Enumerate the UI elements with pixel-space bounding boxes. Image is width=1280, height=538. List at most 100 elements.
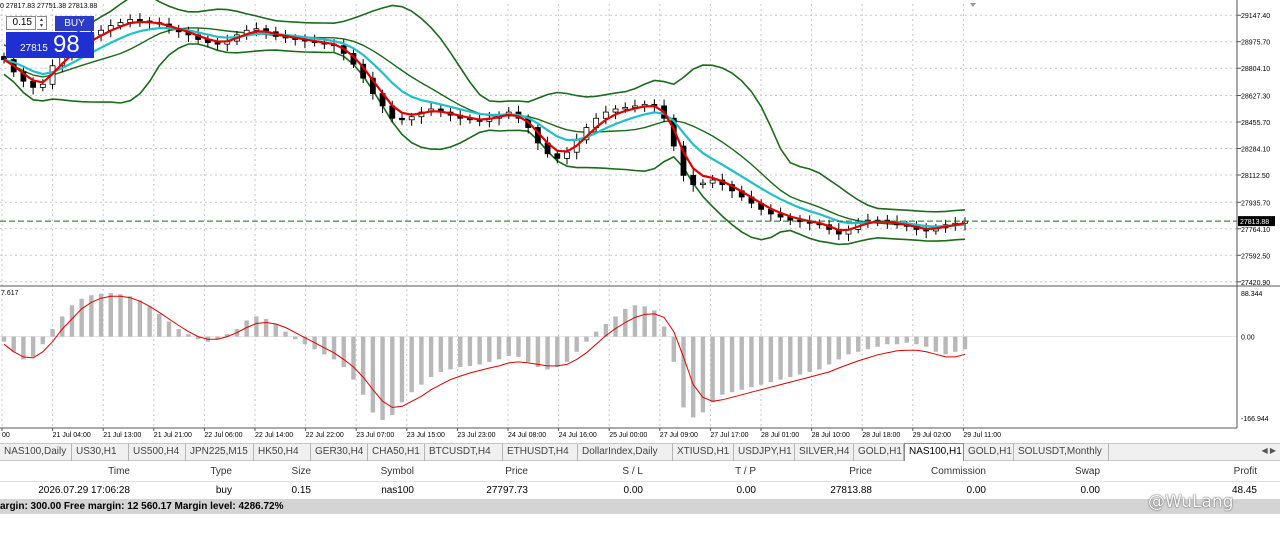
column-header[interactable]: Commission: [931, 462, 986, 481]
histogram-bar: [642, 306, 647, 337]
histogram-bar: [564, 336, 570, 362]
histogram-bar: [739, 336, 744, 390]
candle-body: [564, 151, 570, 159]
histogram-bar: [584, 336, 589, 342]
table-cell: 0.15: [291, 485, 311, 496]
histogram-bar: [118, 294, 123, 337]
histogram-bar: [127, 296, 133, 337]
histogram-bar: [50, 329, 55, 337]
histogram-bar: [438, 336, 444, 373]
histogram-bar: [40, 336, 46, 345]
price-chart[interactable]: 29147.40 28975.70 28804.10 28627.30 28455.70…: [0, 0, 1280, 443]
candle-body: [214, 42, 221, 45]
tab-cha50-h1[interactable]: CHA50,H1: [368, 444, 425, 461]
histogram-bar: [263, 318, 269, 337]
tab-gold-h1[interactable]: GOLD,H1: [964, 444, 1014, 461]
tab-hk50-h4[interactable]: HK50,H4: [254, 444, 311, 461]
column-header[interactable]: Profit: [1234, 462, 1257, 481]
tab-btcusdt-h4[interactable]: BTCUSDT,H4: [425, 444, 503, 461]
indicator-tick-label: 88.344: [1241, 291, 1263, 298]
table-cell: 0.00: [1080, 485, 1100, 496]
histogram-bar: [797, 336, 803, 375]
buy-price-button[interactable]: 27815 98: [6, 31, 94, 58]
column-header[interactable]: Time: [108, 462, 130, 481]
time-tick-label: 24 Jul 16:00: [559, 432, 597, 439]
column-header[interactable]: Symbol: [381, 462, 414, 481]
histogram-bar: [467, 336, 473, 366]
histogram-bar: [380, 336, 385, 421]
table-cell: 2026.07.29 17:06:28: [38, 485, 130, 496]
histogram-bar: [254, 316, 259, 337]
histogram-bar: [817, 336, 822, 370]
tab-us500-h4[interactable]: US500,H4: [129, 444, 186, 461]
tab-scroll-arrows-icon[interactable]: ◀ ▶: [1261, 446, 1276, 455]
indicator-corner-label: 7.617: [1, 290, 19, 297]
histogram-bar: [176, 329, 181, 337]
time-tick-label: 21 Jul 13:00: [103, 432, 141, 439]
table-cell: 48.45: [1231, 485, 1257, 496]
time-tick-label: 22 Jul 14:00: [255, 432, 293, 439]
column-header[interactable]: T / P: [735, 462, 756, 481]
histogram-bar: [749, 336, 754, 388]
column-header[interactable]: Swap: [1075, 462, 1100, 481]
time-tick-label: 29 Jul 02:00: [913, 432, 951, 439]
buy-price-big: 98: [53, 31, 80, 58]
buy-button[interactable]: BUY: [55, 16, 94, 31]
tab-dollarindex-daily[interactable]: DollarIndex,Daily: [578, 444, 673, 461]
histogram-bar: [865, 336, 871, 350]
column-header[interactable]: Price: [849, 462, 872, 481]
histogram-bar: [506, 336, 511, 356]
moving-averages: [0, 20, 1237, 232]
column-header[interactable]: Price: [505, 462, 528, 481]
column-header[interactable]: Size: [292, 462, 311, 481]
price-tick-label: 28284.10: [1241, 146, 1270, 153]
histogram-bar: [593, 331, 599, 337]
scroll-marker-icon: [970, 3, 976, 7]
axes: 29147.40 28975.70 28804.10 28627.30 28455.70…: [0, 0, 1275, 439]
margin-summary-row: argin: 300.00 Free margin: 12 560.17 Mar…: [0, 499, 1280, 514]
tab-jpn225-m15[interactable]: JPN225,M15: [186, 444, 254, 461]
histogram-bar: [516, 336, 521, 357]
time-tick-label: 29 Jul 11:00: [963, 432, 1001, 439]
histogram-bar: [166, 321, 172, 337]
tab-xtiusd-h1[interactable]: XTIUSD,H1: [673, 444, 734, 461]
tab-ethusdt-h4[interactable]: ETHUSDT,H4: [503, 444, 578, 461]
time-tick-label: 23 Jul 15:00: [407, 432, 445, 439]
histogram-bar: [681, 336, 686, 408]
column-header[interactable]: S / L: [622, 462, 643, 481]
watermark: @WuLang: [1148, 492, 1234, 512]
histogram-bar: [729, 336, 735, 393]
time-tick-label: 27 Jul 09:00: [660, 432, 698, 439]
time-tick-label: 00: [2, 432, 10, 439]
tab-gold-h1[interactable]: GOLD,H1: [854, 444, 904, 461]
table-row[interactable]: 2026.07.29 17:06:28 buy 0.15 nas100 27797.73…: [0, 482, 1280, 499]
histogram-bar: [409, 336, 414, 393]
lot-size-input[interactable]: 0.15: [6, 16, 36, 30]
histogram-bar: [574, 336, 579, 352]
histogram-bar: [370, 336, 376, 413]
tab-nas100-daily[interactable]: NAS100,Daily: [0, 444, 72, 461]
tab-solusdt-monthly[interactable]: SOLUSDT,Monthly: [1014, 444, 1109, 461]
tab-ger30-h4[interactable]: GER30,H4: [311, 444, 368, 461]
histogram-bar: [778, 336, 783, 380]
tab-usdjpy-h1[interactable]: USDJPY,H1: [734, 444, 795, 461]
histogram-bar: [399, 336, 405, 403]
histogram-bar: [390, 336, 395, 415]
tab-us30-h1[interactable]: US30,H1: [72, 444, 129, 461]
ma-fast-line: [3, 20, 966, 232]
histogram-bar: [758, 336, 764, 385]
down-arrow-icon[interactable]: ▼: [37, 23, 46, 29]
oscillator-pane: [0, 285, 1280, 421]
histogram-bar: [30, 336, 36, 357]
histogram-bar: [962, 336, 968, 350]
column-header[interactable]: Type: [210, 462, 232, 481]
histogram-bar: [923, 336, 929, 347]
tab-nas100-h1[interactable]: NAS100,H1: [904, 443, 964, 461]
lot-stepper[interactable]: ▲ ▼: [37, 16, 47, 30]
histogram-bar: [885, 336, 890, 345]
indicator-tick-label: -166.944: [1241, 416, 1269, 423]
histogram-bar: [788, 336, 793, 378]
candle-body: [622, 107, 629, 110]
time-tick-label: 28 Jul 10:00: [812, 432, 850, 439]
tab-silver-h4[interactable]: SILVER,H4: [795, 444, 854, 461]
